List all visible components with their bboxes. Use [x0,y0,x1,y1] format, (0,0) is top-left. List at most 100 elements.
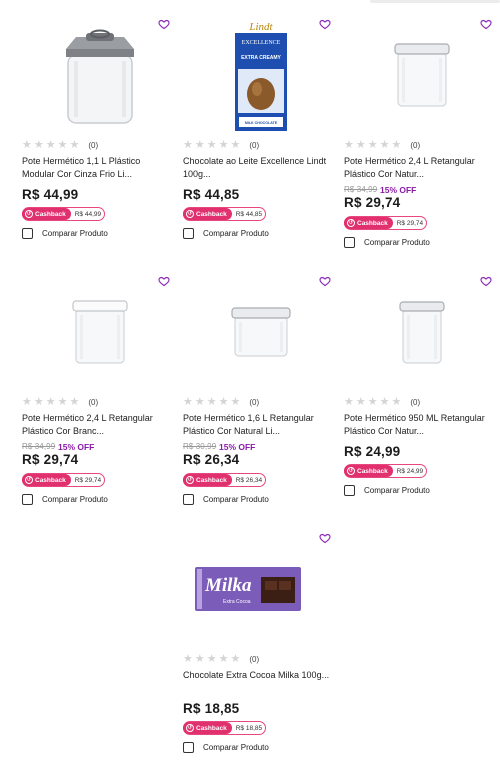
compare-product-checkbox[interactable]: Comparar Produto [22,228,108,239]
compare-product-checkbox[interactable]: Comparar Produto [183,494,269,505]
product-title[interactable]: Pote Hermético 950 ML Retangular Plástic… [344,412,494,438]
star-icon: ★ [69,138,80,151]
product-title[interactable]: Pote Hermético 1,1 L Plástico Modular Co… [22,155,172,181]
product-title[interactable]: Chocolate ao Leite Excellence Lindt 100g… [183,155,333,181]
cashback-label: Cashback [196,210,227,218]
product-title[interactable]: Chocolate Extra Cocoa Milka 100g... [183,669,333,695]
star-icon: ★ [230,395,241,408]
wishlist-heart-icon[interactable] [319,532,333,546]
product-image[interactable]: Milka Extra Cocoa [195,532,301,646]
product-price: R$ 44,99 [22,187,79,202]
cashback-tag: ↺ Cashback [183,208,232,220]
wishlist-heart-icon[interactable] [158,275,172,289]
checkbox[interactable] [183,742,194,753]
product-image[interactable]: Lindt EXCELLENCE EXTRA CREAMY MILK CHOCO… [213,18,309,132]
checkbox[interactable] [344,237,355,248]
cashback-badge[interactable]: ↺ Cashback R$ 29,74 [344,216,428,230]
discount-badge: 15% OFF [219,442,256,452]
lindt-line-text: EXCELLENCE [242,40,281,46]
star-icon: ★ [194,395,205,408]
clear-container-slim-image [399,301,445,364]
product-title[interactable]: Pote Hermético 1,6 L Retangular Plástico… [183,412,333,438]
cashback-value: R$ 24,99 [396,467,424,475]
product-price: R$ 18,85 [183,701,240,716]
star-icon: ★ [183,138,193,151]
product-card[interactable]: Milka Extra Cocoa ★ ★ ★ ★ ★ (0) Chocolate Ex… [183,524,333,774]
product-image[interactable] [374,18,470,132]
cashback-icon: ↺ [186,210,194,218]
product-image[interactable] [52,275,148,389]
clear-container-white-lid-image [72,300,128,364]
star-icon: ★ [22,138,32,151]
cashback-value: R$ 29,74 [74,476,102,484]
cashback-label: Cashback [357,467,388,475]
compare-product-checkbox[interactable]: Comparar Produto [22,494,108,505]
cashback-icon: ↺ [186,724,194,732]
product-card[interactable]: ★ ★ ★ ★ ★ (0) Pote Hermético 2,4 L Retangula… [22,267,172,517]
cashback-tag: ↺ Cashback [344,217,393,229]
lindt-brand-text: Lindt [248,21,273,33]
star-icon: ★ [194,652,205,665]
product-title[interactable]: Pote Hermético 2,4 L Retangular Plástico… [344,155,494,181]
checkbox[interactable] [183,494,194,505]
product-image[interactable] [213,275,309,389]
cashback-badge[interactable]: ↺ Cashback R$ 18,85 [183,721,267,735]
checkbox[interactable] [22,494,33,505]
cashback-badge[interactable]: ↺ Cashback R$ 24,99 [344,464,428,478]
cashback-value: R$ 29,74 [396,219,424,227]
star-icon: ★ [379,138,390,151]
product-image[interactable] [52,18,148,132]
star-rating: ★ ★ ★ ★ ★ (0) [183,139,259,151]
milka-sub-text: Extra Cocoa [223,599,251,605]
rating-count: (0) [410,140,421,150]
cashback-tag: ↺ Cashback [22,208,71,220]
cashback-value: R$ 26,34 [235,476,263,484]
wishlist-heart-icon[interactable] [480,18,494,32]
product-card[interactable]: ★ ★ ★ ★ ★ (0) Pote Hermético 1,1 L Plástico … [22,10,172,260]
checkbox[interactable] [344,485,355,496]
product-card[interactable]: ★ ★ ★ ★ ★ (0) Pote Hermético 1,6 L Retangula… [183,267,333,517]
cashback-icon: ↺ [347,219,355,227]
wishlist-heart-icon[interactable] [158,18,172,32]
product-card[interactable]: Lindt EXCELLENCE EXTRA CREAMY MILK CHOCO… [183,10,333,260]
milka-brand-text: Milka [204,575,252,596]
product-title[interactable]: Pote Hermético 2,4 L Retangular Plástico… [22,412,172,438]
cashback-badge[interactable]: ↺ Cashback R$ 44,99 [22,207,106,221]
product-card[interactable]: ★ ★ ★ ★ ★ (0) Pote Hermético 950 ML Retangul… [344,267,494,517]
compare-product-checkbox[interactable]: Comparar Produto [183,742,269,753]
star-icon: ★ [57,138,68,151]
product-price: R$ 26,34 [183,452,240,467]
star-rating: ★ ★ ★ ★ ★ (0) [344,396,420,408]
compare-product-checkbox[interactable]: Comparar Produto [344,237,430,248]
cashback-label: Cashback [357,219,388,227]
checkbox[interactable] [183,228,194,239]
star-icon: ★ [33,138,44,151]
wishlist-heart-icon[interactable] [319,275,333,289]
star-rating: ★ ★ ★ ★ ★ (0) [344,139,420,151]
clear-container-tall-image [394,43,450,107]
lindt-bar-image: Lindt EXCELLENCE EXTRA CREAMY MILK CHOCO… [235,19,287,131]
scrollbar-track[interactable] [370,0,500,3]
compare-product-checkbox[interactable]: Comparar Produto [344,485,430,496]
cashback-badge[interactable]: ↺ Cashback R$ 29,74 [22,473,106,487]
rating-count: (0) [410,397,421,407]
cashback-badge[interactable]: ↺ Cashback R$ 26,34 [183,473,267,487]
star-icon: ★ [355,395,366,408]
compare-product-checkbox[interactable]: Comparar Produto [183,228,269,239]
cashback-badge[interactable]: ↺ Cashback R$ 44,85 [183,207,267,221]
wishlist-heart-icon[interactable] [319,18,333,32]
cashback-tag: ↺ Cashback [183,722,232,734]
discount-badge: 15% OFF [58,442,95,452]
product-card[interactable]: ★ ★ ★ ★ ★ (0) Pote Hermético 2,4 L Retangula… [344,10,494,260]
star-icon: ★ [22,395,32,408]
cashback-icon: ↺ [25,476,33,484]
star-icon: ★ [367,395,378,408]
checkbox[interactable] [22,228,33,239]
star-icon: ★ [391,395,402,408]
star-icon: ★ [194,138,205,151]
product-image[interactable] [374,275,470,389]
cashback-label: Cashback [196,724,227,732]
product-price: R$ 44,85 [183,187,240,202]
wishlist-heart-icon[interactable] [480,275,494,289]
star-icon: ★ [206,138,217,151]
